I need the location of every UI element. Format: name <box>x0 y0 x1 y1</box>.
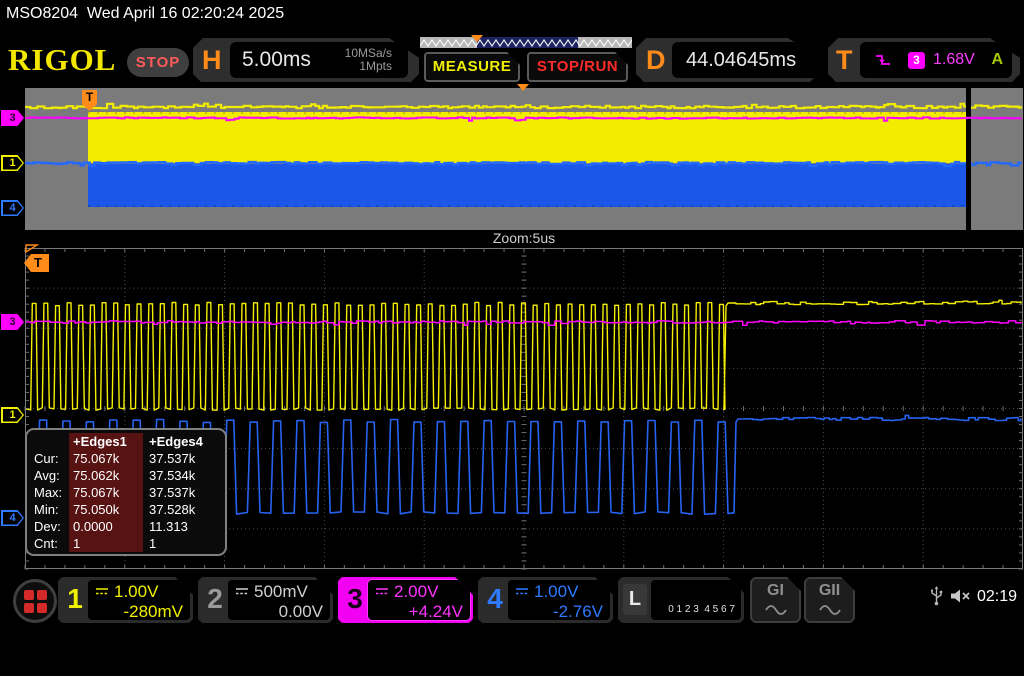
delay-panel[interactable]: D 44.04645ms <box>636 38 818 82</box>
sine-icon <box>764 604 788 615</box>
channel-1-offset: -280mV <box>95 602 183 623</box>
waveform-overview-strip[interactable] <box>0 88 1024 230</box>
waveform-position-scrollbar[interactable] <box>420 35 632 50</box>
channel-2-scale: 500mV <box>254 582 308 602</box>
acquisition-status-badge[interactable]: STOP <box>127 48 189 77</box>
measure-value: 75.067k <box>69 450 143 467</box>
generator-2-button[interactable]: GII <box>804 577 855 623</box>
measure-row-label: Cnt: <box>27 535 69 552</box>
channel-3-scale: 2.00V <box>394 582 438 602</box>
measure-row-label: Avg: <box>27 467 69 484</box>
trigger-falling-edge-icon <box>874 52 892 68</box>
sine-icon <box>818 604 842 615</box>
channel-4-scale: 1.00V <box>534 582 578 602</box>
timebase-value-box: 5.00ms 10MSa/s 1Mpts <box>230 42 408 78</box>
channel-4-box[interactable]: 4 1.00V -2.76V <box>478 577 613 623</box>
generator-1-button[interactable]: GI <box>750 577 801 623</box>
measure-value: 37.534k <box>143 467 215 484</box>
logic-row-1: 0 1 2 3 4 5 6 7 <box>668 604 735 615</box>
dc-coupling-icon <box>515 587 529 596</box>
measure-row-label: Max: <box>27 484 69 501</box>
trigger-panel[interactable]: T 3 1.68V A <box>828 38 1020 82</box>
channel-2-box[interactable]: 2 500mV 0.00V <box>198 577 333 623</box>
channel-1-box[interactable]: 1 1.00V -280mV <box>58 577 193 623</box>
generator-1-label: GI <box>767 582 784 599</box>
zoom-window-position-icon <box>517 84 529 91</box>
measure-value: 75.062k <box>69 467 143 484</box>
measure-col-edges1: +Edges1 <box>69 433 143 450</box>
measure-value: 37.537k <box>143 450 215 467</box>
measure-row-label: Dev: <box>27 518 69 535</box>
channel-3-offset: +4.24V <box>375 602 463 623</box>
horizontal-timebase-panel[interactable]: H 5.00ms 10MSa/s 1Mpts <box>193 38 419 82</box>
measure-value: 1 <box>69 535 143 552</box>
measure-header-spacer <box>27 433 69 450</box>
status-bar-title: MSO8204 Wed April 16 02:20:24 2025 <box>6 5 284 23</box>
usb-icon <box>930 586 943 606</box>
logic-channels-box[interactable]: L 0 1 2 3 4 5 6 7 8 9 1011 12131415 <box>618 577 744 623</box>
channel-4-number: 4 <box>484 583 506 615</box>
trigger-source-badge: 3 <box>908 52 925 69</box>
timebase-value: 5.00ms <box>242 48 311 72</box>
measure-value: 75.050k <box>69 501 143 518</box>
dc-coupling-icon <box>375 587 389 596</box>
channel-3-box[interactable]: 3 2.00V +4.24V <box>338 577 473 623</box>
channel-3-number: 3 <box>344 583 366 615</box>
memory-depth: 1Mpts <box>359 59 392 73</box>
logic-channel-list: 0 1 2 3 4 5 6 7 8 9 1011 12131415 <box>651 580 741 620</box>
measure-row-label: Min: <box>27 501 69 518</box>
sample-rate: 10MSa/s <box>345 46 392 60</box>
dc-coupling-icon <box>235 587 249 596</box>
horizontal-label: H <box>202 38 222 82</box>
rigol-logo: RIGOL <box>8 42 116 78</box>
speaker-muted-icon[interactable] <box>950 588 972 604</box>
measure-value: 37.528k <box>143 501 215 518</box>
trigger-mode: A <box>991 51 1003 69</box>
measure-row-label: Cur: <box>27 450 69 467</box>
channel-1-number: 1 <box>64 583 86 615</box>
zoom-timebase-label: Zoom:5us <box>25 230 1023 246</box>
measure-value: 11.313 <box>143 518 215 535</box>
logic-label: L <box>623 584 647 615</box>
trigger-label: T <box>836 38 853 82</box>
channel-1-scale: 1.00V <box>114 582 158 602</box>
measure-value: 1 <box>143 535 215 552</box>
measure-value: 0.0000 <box>69 518 143 535</box>
channel-4-offset: -2.76V <box>515 602 603 623</box>
measure-col-edges4: +Edges4 <box>143 433 215 450</box>
measurement-results-panel[interactable]: +Edges1 +Edges4 Cur: 75.067k 37.537k Avg… <box>25 428 227 556</box>
measure-value: 75.067k <box>69 484 143 501</box>
measure-value: 37.537k <box>143 484 215 501</box>
measure-button[interactable]: MEASURE <box>424 52 520 82</box>
clock: 02:19 <box>977 588 1017 606</box>
trigger-corner-icon <box>25 244 39 254</box>
trigger-level-value: 1.68V <box>933 51 975 69</box>
trigger-info-box: 3 1.68V A <box>860 42 1012 78</box>
logic-row-2: 8 9 1011 12131415 <box>662 642 747 653</box>
menu-grid-icon <box>24 590 47 613</box>
delay-value: 44.04645ms <box>672 42 824 78</box>
stop-run-button[interactable]: STOP/RUN <box>527 52 628 82</box>
dc-coupling-icon <box>95 587 109 596</box>
channel-2-offset: 0.00V <box>235 602 323 623</box>
main-menu-button[interactable] <box>13 579 57 623</box>
generator-2-label: GII <box>819 582 840 599</box>
sample-rate-readout: 10MSa/s 1Mpts <box>345 47 392 73</box>
delay-label: D <box>646 38 666 82</box>
channel-2-number: 2 <box>204 583 226 615</box>
